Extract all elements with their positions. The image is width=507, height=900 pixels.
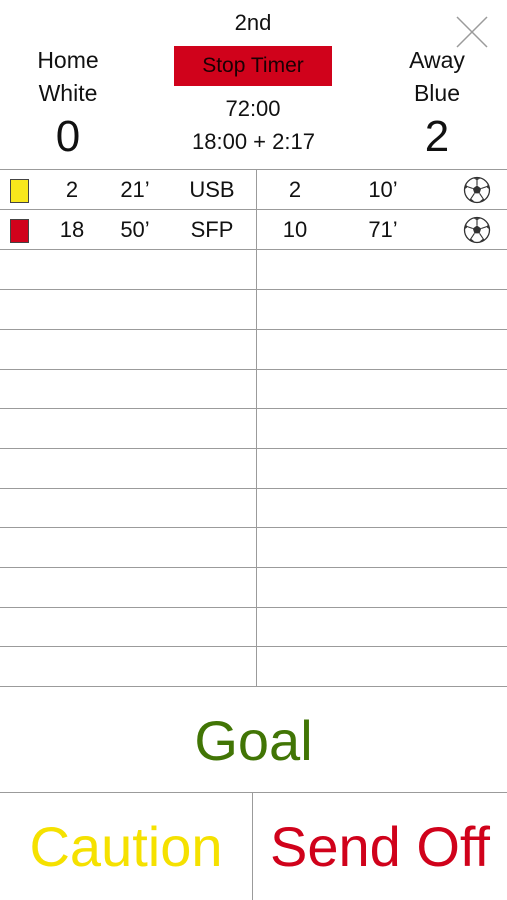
home-player-number: 2 [65, 177, 79, 202]
close-icon[interactable] [455, 15, 489, 49]
row-divider [0, 488, 507, 489]
home-event-minute: 21’ [120, 177, 150, 202]
period-label: 2nd [234, 10, 272, 35]
soccer-ball-icon [463, 216, 491, 244]
home-offense-code: USB [189, 177, 235, 202]
home-event-minute: 50’ [120, 217, 150, 242]
event-row[interactable]: 18 50’ SFP 10 71’ [0, 210, 507, 250]
row-divider [0, 408, 507, 409]
away-team-color: Blue [413, 80, 461, 106]
away-player-number: 10 [282, 217, 308, 242]
soccer-ball-icon [463, 176, 491, 204]
row-divider [0, 646, 507, 647]
row-divider [0, 567, 507, 568]
row-divider [0, 527, 507, 528]
stop-timer-button[interactable]: Stop Timer [174, 46, 332, 86]
row-divider [0, 369, 507, 370]
home-score: 0 [55, 112, 81, 161]
send-off-button[interactable]: Send Off [253, 793, 507, 900]
row-divider [0, 289, 507, 290]
events-table: 2 21’ USB 2 10’ 18 50’ SFP 10 71’ [0, 169, 507, 687]
away-team-label: Away [409, 47, 465, 73]
caution-button[interactable]: Caution [0, 793, 252, 900]
home-team-color: White [38, 80, 98, 106]
goal-button[interactable]: Goal [0, 688, 507, 792]
half-clock: 18:00 + 2:17 [192, 129, 315, 154]
row-divider [0, 448, 507, 449]
home-offense-code: SFP [190, 217, 234, 242]
yellow-card-icon [10, 179, 29, 203]
red-card-icon [10, 219, 29, 243]
away-player-number: 2 [288, 177, 302, 202]
row-divider [0, 329, 507, 330]
event-row[interactable]: 2 21’ USB 2 10’ [0, 170, 507, 210]
away-score: 2 [424, 112, 450, 161]
row-divider [0, 686, 507, 687]
away-event-minute: 10’ [368, 177, 398, 202]
game-clock: 72:00 [225, 96, 281, 121]
home-player-number: 18 [59, 217, 85, 242]
home-team-label: Home [37, 47, 99, 73]
away-event-minute: 71’ [368, 217, 398, 242]
row-divider [0, 607, 507, 608]
